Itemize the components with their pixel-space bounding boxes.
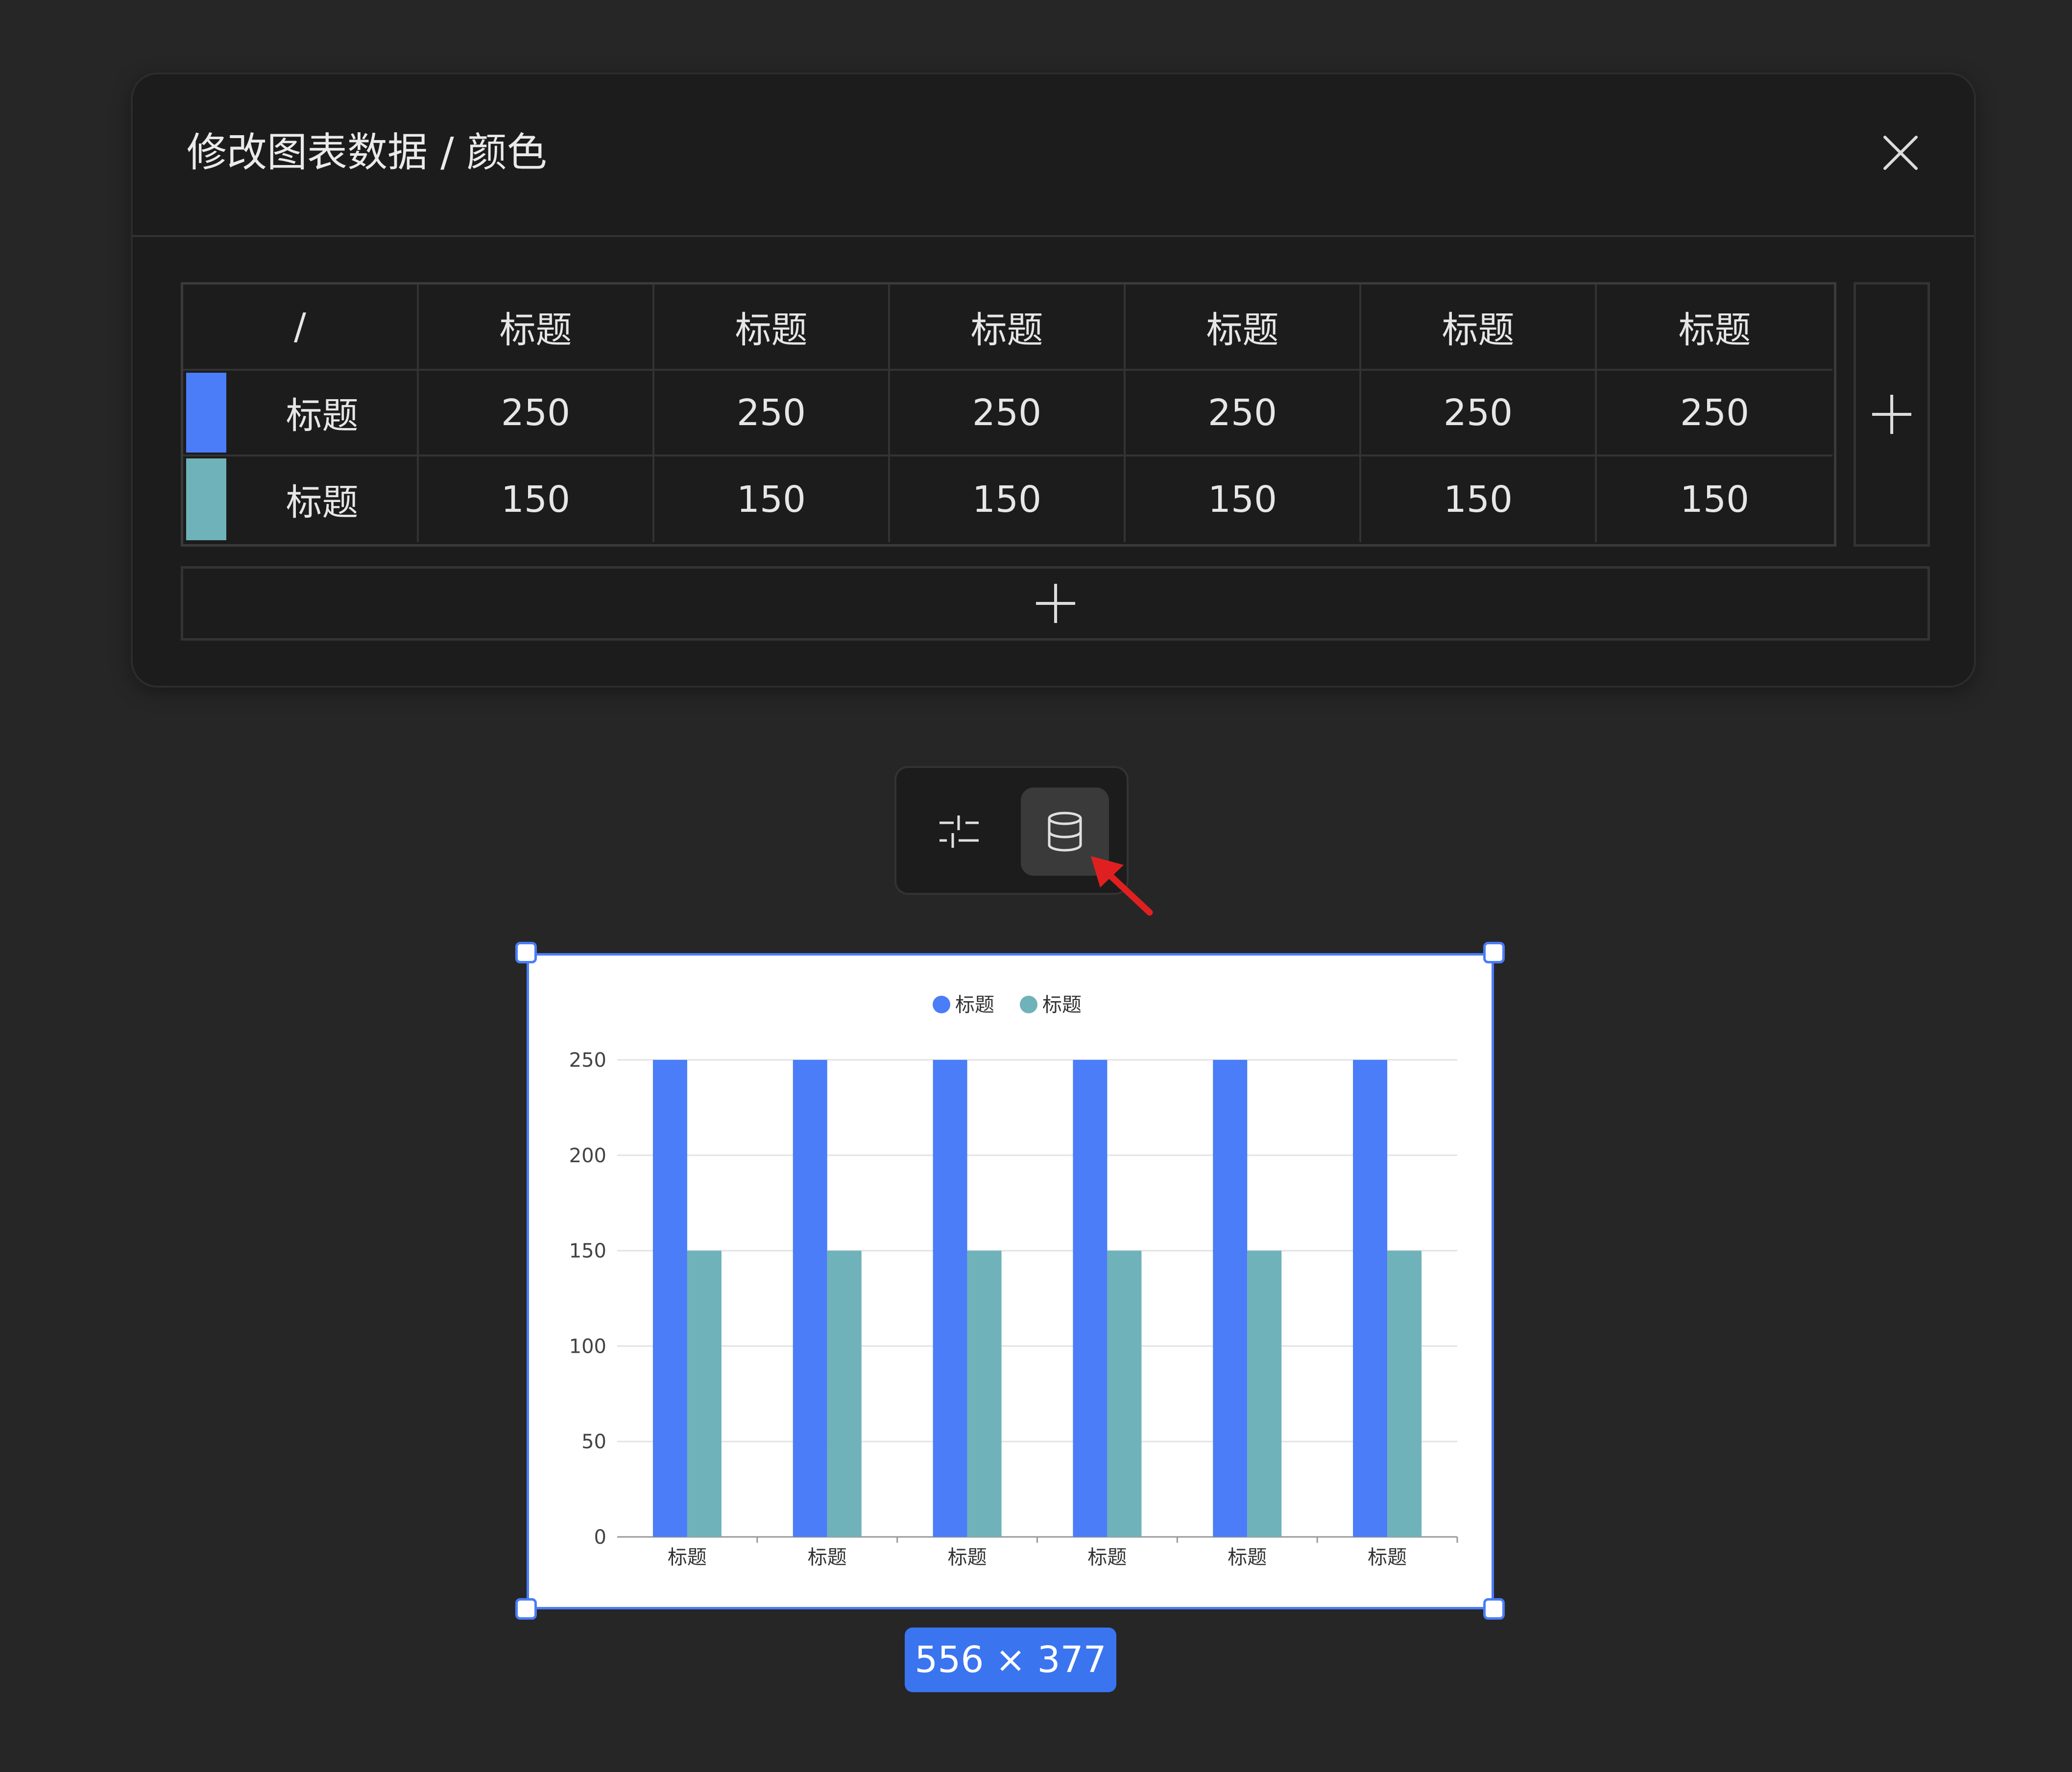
bar (1247, 1250, 1282, 1537)
bar (1073, 1060, 1108, 1537)
table-cell[interactable]: 150 (1597, 456, 1832, 542)
database-icon (1048, 812, 1082, 852)
bar-chart: 050100150200250标题 标题 标题 标题 标题 标题标题 标题 (569, 994, 1458, 1569)
bar (1353, 1060, 1388, 1537)
x-tick-label: 标题 (1228, 1546, 1267, 1569)
table-cell[interactable]: 150 (419, 456, 654, 542)
add-row-button[interactable] (181, 566, 1930, 641)
row-label[interactable]: 标题 (286, 473, 359, 526)
bar (827, 1250, 862, 1537)
chart-settings-button[interactable] (915, 788, 1003, 876)
y-tick-label: 0 (594, 1526, 606, 1549)
x-tick-label: 标题 (808, 1546, 847, 1569)
table-cell[interactable]: 250 (654, 371, 890, 456)
resize-handle-top-right[interactable] (1483, 942, 1505, 963)
x-tick-label: 标题 (668, 1546, 707, 1569)
column-header[interactable]: 标题 (1597, 285, 1832, 371)
table-cell[interactable]: 250 (1126, 371, 1361, 456)
table-cell[interactable]: 250 (419, 371, 654, 456)
size-badge: 556 × 377 (905, 1628, 1116, 1692)
table-cell[interactable]: 150 (1361, 456, 1597, 542)
y-tick-label: 50 (581, 1431, 606, 1453)
legend-label: 标题 (1042, 994, 1082, 1016)
table-cell[interactable]: 150 (890, 456, 1126, 542)
bar (652, 1060, 687, 1537)
column-header[interactable]: 标题 (654, 285, 890, 371)
y-tick-label: 200 (569, 1145, 606, 1167)
legend-marker (933, 996, 950, 1013)
add-column-button[interactable] (1854, 282, 1930, 547)
chart-data-dialog: 修改图表数据 / 颜色 / 标题 标题 标题 标题 标题 标题 标题 250 2… (131, 72, 1976, 688)
y-tick-label: 250 (569, 1049, 606, 1072)
y-tick-label: 100 (569, 1335, 606, 1358)
bar (967, 1250, 1002, 1537)
y-tick-label: 150 (569, 1240, 606, 1263)
sliders-icon (940, 815, 979, 848)
table-row-2-label-cell: 标题 (183, 456, 419, 542)
column-header[interactable]: 标题 (1361, 285, 1597, 371)
pointer-arrow-icon (1091, 856, 1153, 916)
bar (793, 1060, 827, 1537)
data-table: / 标题 标题 标题 标题 标题 标题 标题 250 250 250 250 2… (181, 282, 1836, 547)
table-cell[interactable]: 150 (654, 456, 890, 542)
legend-label: 标题 (955, 994, 994, 1016)
bar (1107, 1250, 1142, 1537)
x-tick-label: 标题 (948, 1546, 987, 1569)
bar (687, 1250, 722, 1537)
table-cell[interactable]: 250 (1597, 371, 1832, 456)
chart-container[interactable]: 0 50 100 150 200 250 标题 标题 标题 标题 标题 标题 标题 标题 (527, 953, 1494, 1609)
series-color-swatch[interactable] (186, 458, 226, 540)
plus-icon (1872, 395, 1911, 434)
plus-icon (1036, 584, 1075, 623)
series-color-swatch[interactable] (186, 373, 226, 453)
resize-handle-top-left[interactable] (515, 942, 537, 963)
table-cell[interactable]: 150 (1126, 456, 1361, 542)
dialog-title: 修改图表数据 / 颜色 (187, 129, 547, 176)
resize-handle-bottom-right[interactable] (1483, 1598, 1505, 1620)
resize-handle-bottom-left[interactable] (515, 1598, 537, 1620)
bar (1387, 1250, 1422, 1537)
table-cell[interactable]: 250 (890, 371, 1126, 456)
legend-marker (1020, 996, 1037, 1013)
table-corner-header: / (183, 285, 419, 371)
column-header[interactable]: 标题 (419, 285, 654, 371)
x-tick-label: 标题 (1368, 1546, 1407, 1569)
table-cell[interactable]: 250 (1361, 371, 1597, 456)
close-icon[interactable] (1881, 133, 1920, 172)
bar (933, 1060, 967, 1537)
column-header[interactable]: 标题 (1126, 285, 1361, 371)
column-header[interactable]: 标题 (890, 285, 1126, 371)
table-row-1-label-cell: 标题 (183, 371, 419, 456)
dialog-header: 修改图表数据 / 颜色 (133, 74, 1974, 237)
x-tick-label: 标题 (1087, 1546, 1127, 1569)
row-label[interactable]: 标题 (286, 386, 359, 439)
bar (1213, 1060, 1248, 1537)
